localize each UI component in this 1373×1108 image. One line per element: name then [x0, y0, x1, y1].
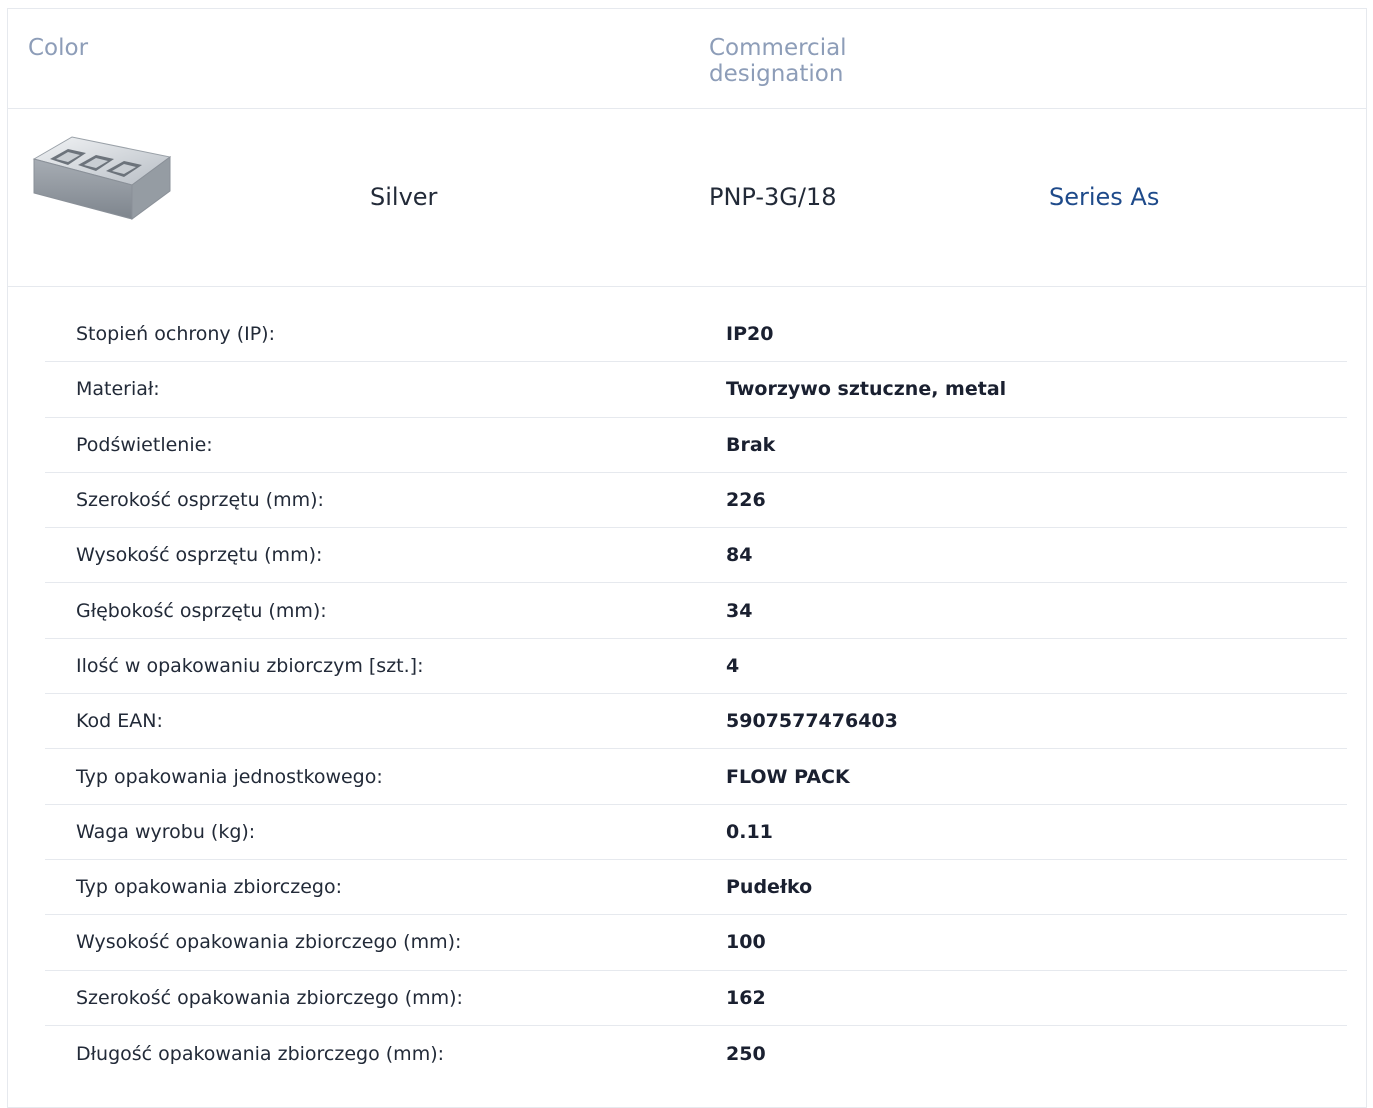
- spec-value: Brak: [726, 433, 776, 456]
- spec-label: Typ opakowania jednostkowego:: [76, 765, 383, 788]
- spec-row: Szerokość opakowania zbiorczego (mm): 16…: [45, 971, 1347, 1026]
- spec-label: Waga wyrobu (kg):: [76, 820, 256, 843]
- spec-value: 34: [726, 599, 753, 622]
- metal-box-icon: [32, 136, 172, 220]
- product-image: [28, 129, 174, 225]
- designation-column-header: Commercial designation: [709, 35, 847, 87]
- spec-row: Typ opakowania jednostkowego: FLOW PACK: [45, 749, 1347, 805]
- spec-label: Długość opakowania zbiorczego (mm):: [76, 1042, 445, 1065]
- spec-value: 5907577476403: [726, 710, 898, 733]
- spec-label: Stopień ochrony (IP):: [76, 323, 275, 346]
- product-code: PNP-3G/18: [709, 183, 837, 211]
- spec-row: Głębokość osprzętu (mm): 34: [45, 583, 1347, 639]
- spec-row: Materiał: Tworzywo sztuczne, metal: [45, 362, 1347, 418]
- spec-row: Stopień ochrony (IP): IP20: [45, 307, 1347, 363]
- spec-label: Podświetlenie:: [76, 433, 213, 456]
- spec-value: Tworzywo sztuczne, metal: [726, 378, 1007, 401]
- spec-row: Waga wyrobu (kg): 0.11: [45, 805, 1347, 860]
- spec-row: Szerokość osprzętu (mm): 226: [45, 473, 1347, 529]
- spec-value: 100: [726, 931, 766, 954]
- spec-row: Wysokość osprzętu (mm): 84: [45, 528, 1347, 584]
- spec-label: Szerokość opakowania zbiorczego (mm):: [76, 986, 463, 1009]
- spec-label: Kod EAN:: [76, 710, 163, 733]
- spec-value: 4: [726, 654, 740, 677]
- spec-row: Podświetlenie: Brak: [45, 418, 1347, 473]
- color-column-header: Color: [28, 35, 89, 61]
- spec-label: Typ opakowania zbiorczego:: [76, 876, 342, 899]
- spec-label: Głębokość osprzętu (mm):: [76, 599, 327, 622]
- spec-value: 226: [726, 489, 766, 512]
- spec-value: 162: [726, 986, 766, 1009]
- spec-value: FLOW PACK: [726, 765, 850, 788]
- spec-value: 0.11: [726, 820, 773, 843]
- table-header: Color Commercial designation: [8, 9, 1366, 109]
- spec-label: Szerokość osprzętu (mm):: [76, 489, 324, 512]
- spec-table: Stopień ochrony (IP): IP20 Materiał: Two…: [45, 307, 1347, 1081]
- spec-label: Ilość w opakowaniu zbiorczym [szt.]:: [76, 654, 424, 677]
- spec-label: Wysokość osprzętu (mm):: [76, 544, 323, 567]
- spec-value: 250: [726, 1042, 766, 1065]
- spec-value: IP20: [726, 323, 774, 346]
- spec-label: Wysokość opakowania zbiorczego (mm):: [76, 931, 462, 954]
- spec-row: Typ opakowania zbiorczego: Pudełko: [45, 860, 1347, 916]
- spec-label: Materiał:: [76, 378, 160, 401]
- product-table: Color Commercial designation Silver PNP-…: [7, 8, 1367, 1108]
- spec-row: Ilość w opakowaniu zbiorczym [szt.]: 4: [45, 639, 1347, 695]
- spec-row: Długość opakowania zbiorczego (mm): 250: [45, 1026, 1347, 1081]
- product-color: Silver: [370, 183, 438, 211]
- series-link[interactable]: Series As: [1049, 183, 1159, 211]
- spec-row: Wysokość opakowania zbiorczego (mm): 100: [45, 915, 1347, 971]
- product-row: Silver PNP-3G/18 Series As: [8, 109, 1366, 287]
- spec-row: Kod EAN: 5907577476403: [45, 694, 1347, 750]
- spec-value: Pudełko: [726, 876, 813, 899]
- spec-value: 84: [726, 544, 753, 567]
